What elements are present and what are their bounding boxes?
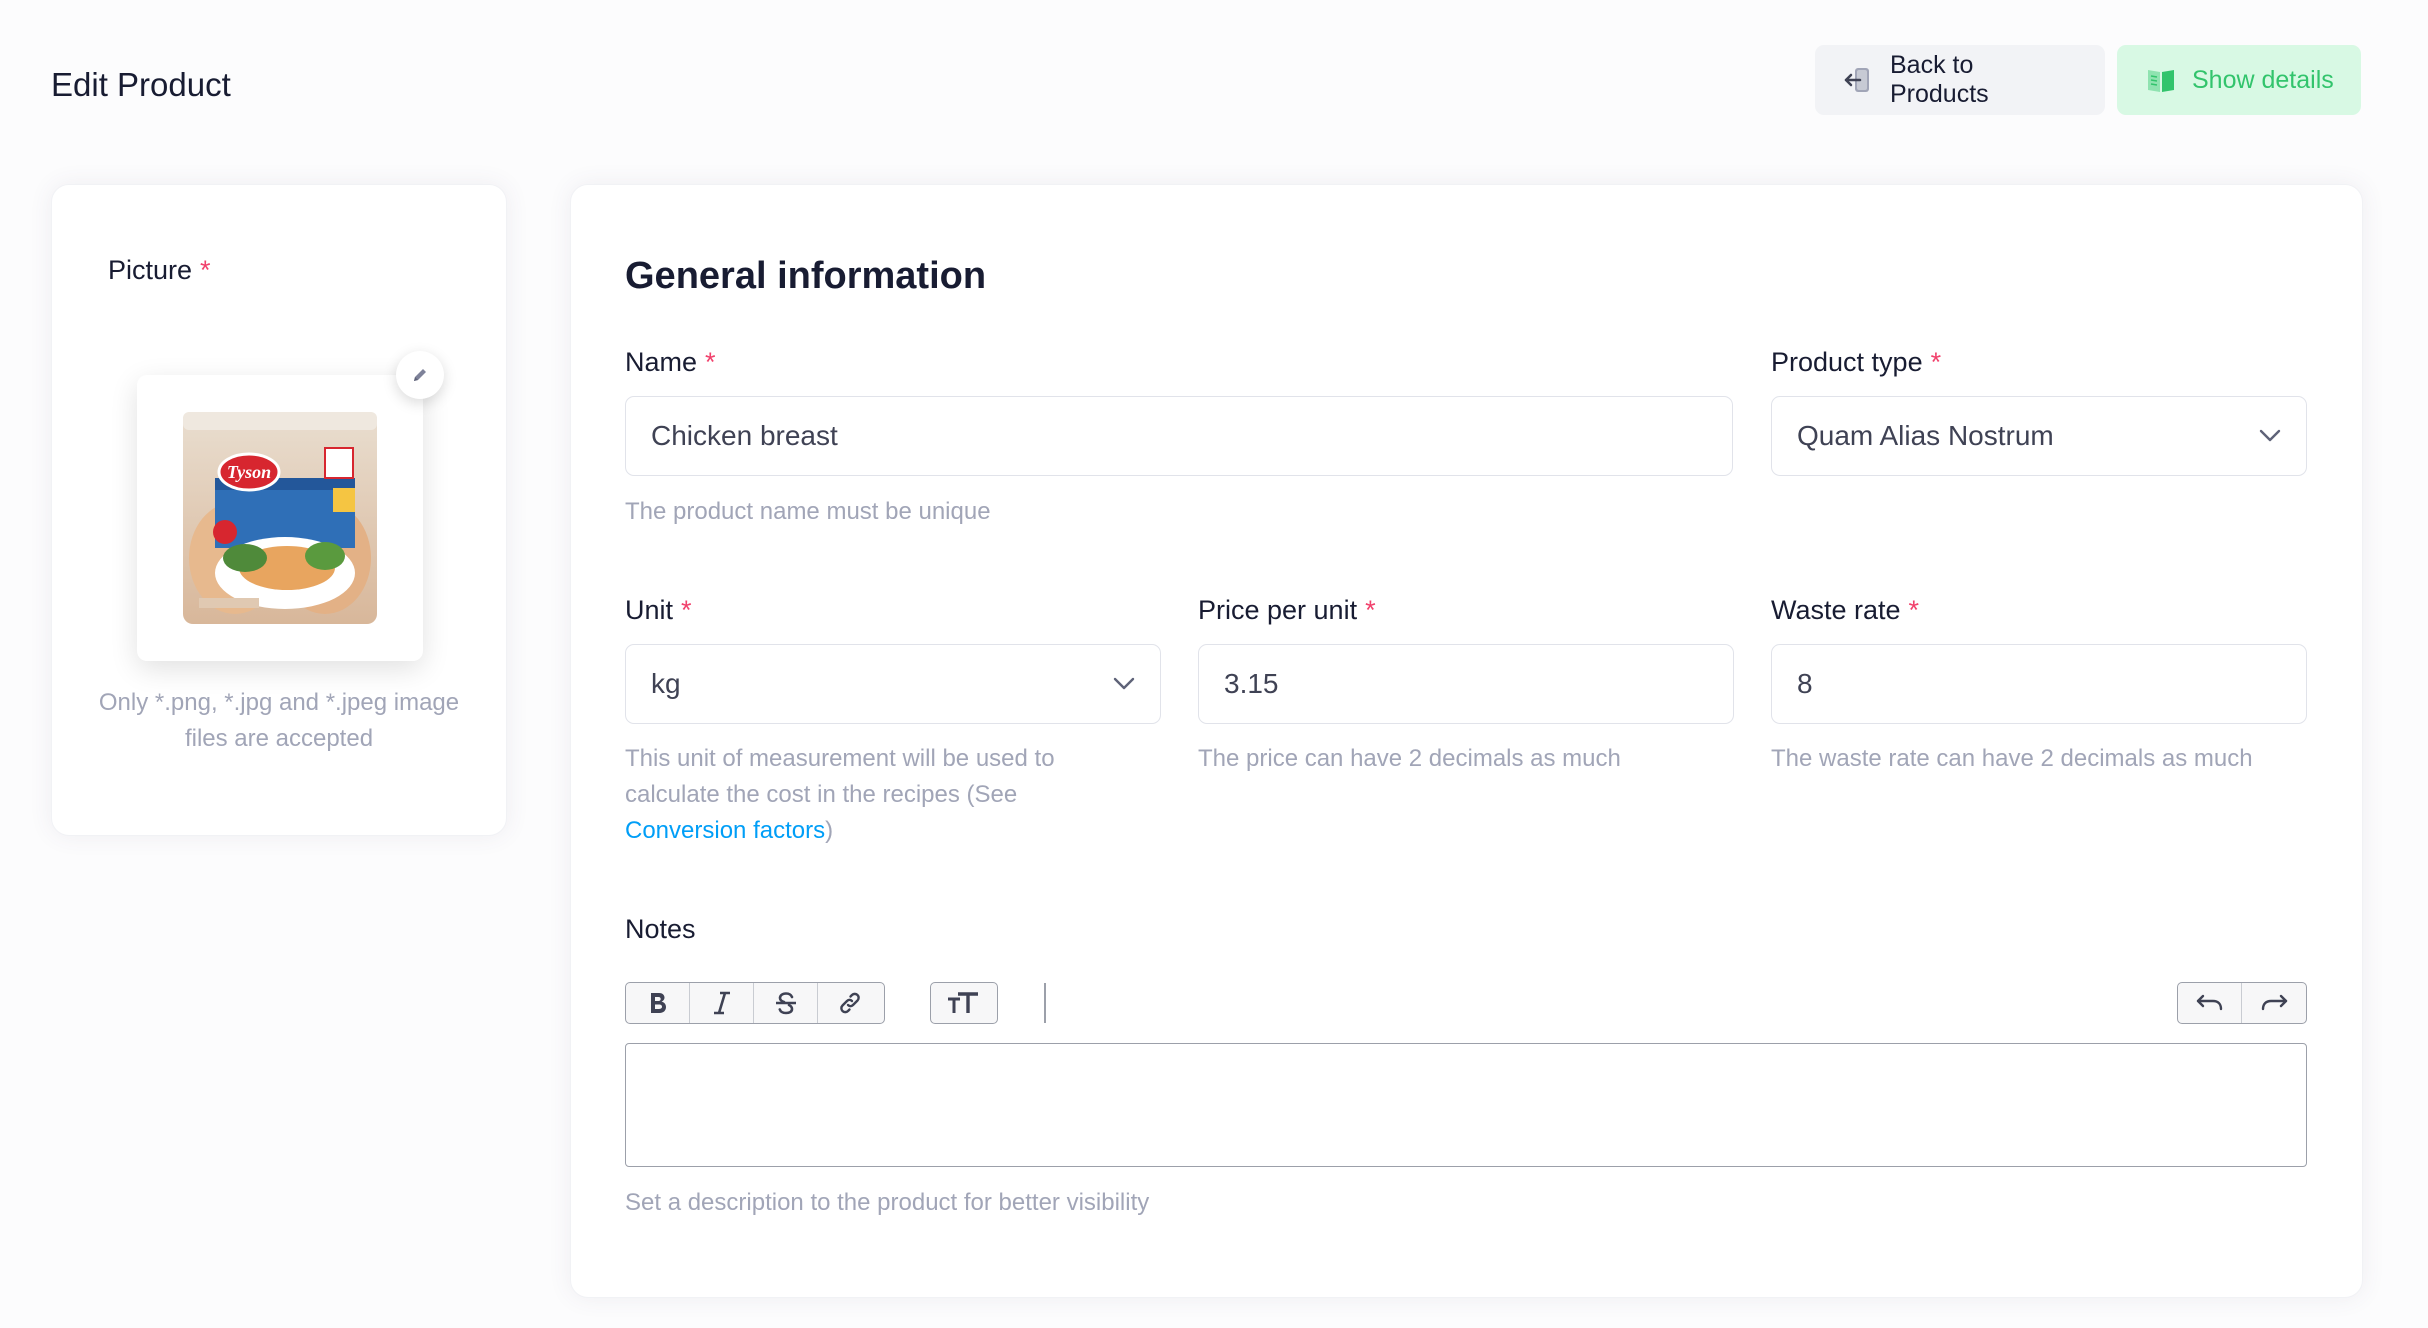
chicken-package-image: Tyson	[183, 412, 377, 624]
required-mark: *	[681, 595, 692, 625]
redo-button[interactable]	[2242, 983, 2306, 1023]
name-input[interactable]: Chicken breast	[625, 396, 1733, 476]
unit-label-text: Unit	[625, 595, 674, 625]
pencil-icon	[414, 369, 426, 381]
picture-card: Picture * Tyson Only *.png, *.jpg and *.…	[51, 184, 507, 836]
text-format-toolbar	[625, 982, 885, 1024]
product-type-value: Quam Alias Nostrum	[1797, 420, 2054, 451]
required-mark: *	[1930, 347, 1942, 377]
chevron-down-icon	[1113, 677, 1135, 690]
product-type-label: Product type *	[1771, 347, 1941, 378]
product-type-label-text: Product type	[1771, 347, 1923, 377]
undo-icon	[2196, 994, 2222, 1011]
bold-icon	[650, 993, 666, 1013]
waste-rate-value: 8	[1797, 668, 1813, 699]
price-hint: The price can have 2 decimals as much	[1198, 745, 1621, 772]
history-toolbar	[2177, 982, 2307, 1024]
header-actions: Back to Products Show details	[1815, 45, 2361, 115]
unit-hint-close: )	[825, 817, 834, 844]
page-title: Edit Product	[51, 66, 231, 103]
required-mark: *	[1908, 595, 1920, 625]
unit-hint: This unit of measurement will be used to…	[625, 741, 1125, 849]
notes-label: Notes	[625, 914, 696, 944]
back-to-products-button[interactable]: Back to Products	[1815, 45, 2105, 115]
arrow-left-door-icon	[1842, 63, 1876, 97]
strikethrough-button[interactable]	[754, 983, 818, 1023]
price-label: Price per unit *	[1198, 595, 1376, 626]
book-open-icon	[2144, 63, 2178, 97]
link-button[interactable]	[818, 983, 882, 1023]
waste-rate-label: Waste rate *	[1771, 595, 1919, 626]
toolbar-divider	[1044, 983, 1046, 1023]
name-label: Name *	[625, 347, 716, 378]
unit-label: Unit *	[625, 595, 692, 626]
notes-hint: Set a description to the product for bet…	[625, 1189, 1150, 1216]
general-information-card: General information Name * Chicken breast…	[570, 184, 2363, 1298]
unit-hint-text: This unit of measurement will be used to…	[625, 745, 1055, 808]
bold-button[interactable]	[626, 983, 690, 1023]
link-icon	[840, 992, 860, 1014]
italic-icon	[713, 991, 730, 1015]
unit-value: kg	[651, 668, 681, 699]
edit-product-page: Edit Product Back to Products Show detai…	[0, 0, 2428, 1328]
picture-hint: Only *.png, *.jpg and *.jpeg image files…	[98, 689, 460, 752]
italic-button[interactable]	[690, 983, 754, 1023]
required-mark: *	[200, 255, 211, 285]
conversion-factors-link[interactable]: Conversion factors	[625, 817, 825, 844]
price-input[interactable]: 3.15	[1198, 644, 1734, 724]
edit-picture-button[interactable]	[396, 351, 444, 399]
product-type-select[interactable]: Quam Alias Nostrum	[1771, 396, 2307, 476]
name-label-text: Name	[625, 347, 698, 377]
waste-rate-label-text: Waste rate	[1771, 595, 1901, 625]
section-title: General information	[625, 255, 987, 297]
required-mark: *	[1365, 595, 1376, 625]
chevron-down-icon	[2259, 429, 2281, 442]
required-mark: *	[705, 347, 716, 377]
text-size-icon	[948, 992, 978, 1013]
picture-label: Picture *	[108, 255, 211, 286]
notes-editor[interactable]	[625, 1043, 2307, 1167]
unit-select[interactable]: kg	[625, 644, 1161, 724]
waste-rate-input[interactable]: 8	[1771, 644, 2307, 724]
strikethrough-icon	[775, 992, 796, 1015]
heading-toolbar	[930, 982, 998, 1024]
product-picture[interactable]: Tyson	[137, 375, 423, 661]
text-size-button[interactable]	[931, 983, 995, 1023]
picture-label-text: Picture	[108, 255, 193, 285]
price-label-text: Price per unit	[1198, 595, 1358, 625]
redo-icon	[2261, 994, 2288, 1011]
waste-rate-hint: The waste rate can have 2 decimals as mu…	[1771, 745, 2253, 772]
name-input-value: Chicken breast	[651, 420, 838, 451]
name-hint: The product name must be unique	[625, 498, 991, 525]
price-value: 3.15	[1224, 668, 1279, 699]
back-button-label: Back to Products	[1890, 51, 1989, 108]
show-details-button[interactable]: Show details	[2117, 45, 2361, 115]
svg-text:Tyson: Tyson	[227, 462, 271, 482]
undo-button[interactable]	[2178, 983, 2242, 1023]
show-details-label: Show details	[2192, 65, 2334, 94]
